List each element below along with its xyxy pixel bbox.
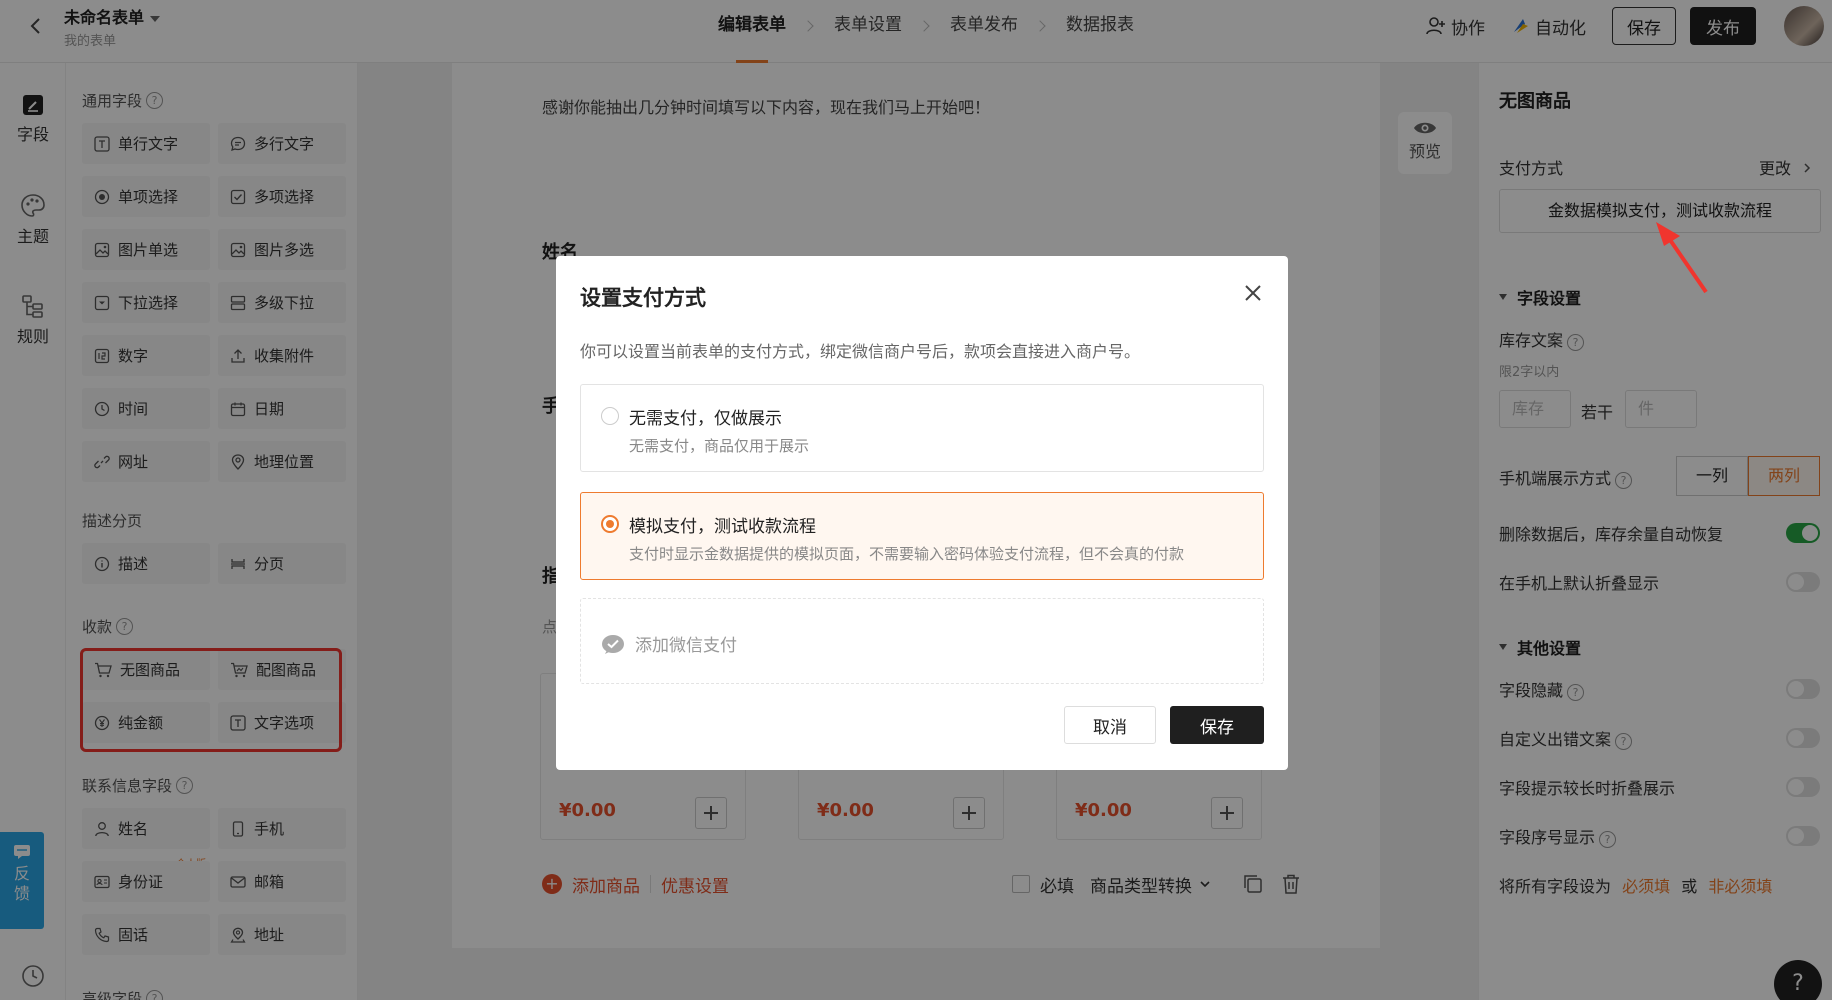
add-wechat-pay-label: 添加微信支付 xyxy=(601,631,737,656)
option-simulated-payment[interactable]: 模拟支付，测试收款流程 支付时显示金数据提供的模拟页面，不需要输入密码体验支付流… xyxy=(580,492,1264,580)
dialog-save-button[interactable]: 保存 xyxy=(1170,706,1264,744)
option-title: 模拟支付，测试收款流程 xyxy=(629,517,816,537)
payment-method-dialog: 设置支付方式 你可以设置当前表单的支付方式，绑定微信商户号后，款项会直接进入商户… xyxy=(556,256,1288,770)
close-icon[interactable] xyxy=(1242,282,1264,304)
radio-no-payment[interactable] xyxy=(601,407,619,425)
option-description: 支付时显示金数据提供的模拟页面，不需要输入密码体验支付流程，但不会真的付款 xyxy=(629,545,1185,563)
annotation-arrow-icon xyxy=(1656,222,1708,294)
option-title: 无需支付，仅做展示 xyxy=(629,409,782,429)
add-wechat-pay-option[interactable]: 添加微信支付 xyxy=(580,598,1264,684)
wechat-icon xyxy=(602,634,624,654)
dialog-description: 你可以设置当前表单的支付方式，绑定微信商户号后，款项会直接进入商户号。 xyxy=(580,342,1141,361)
option-no-payment[interactable]: 无需支付，仅做展示 无需支付，商品仅用于展示 xyxy=(580,384,1264,472)
option-description: 无需支付，商品仅用于展示 xyxy=(629,437,810,455)
radio-simulated-payment[interactable] xyxy=(601,515,619,533)
cancel-button[interactable]: 取消 xyxy=(1064,706,1156,744)
dialog-title: 设置支付方式 xyxy=(580,286,706,310)
